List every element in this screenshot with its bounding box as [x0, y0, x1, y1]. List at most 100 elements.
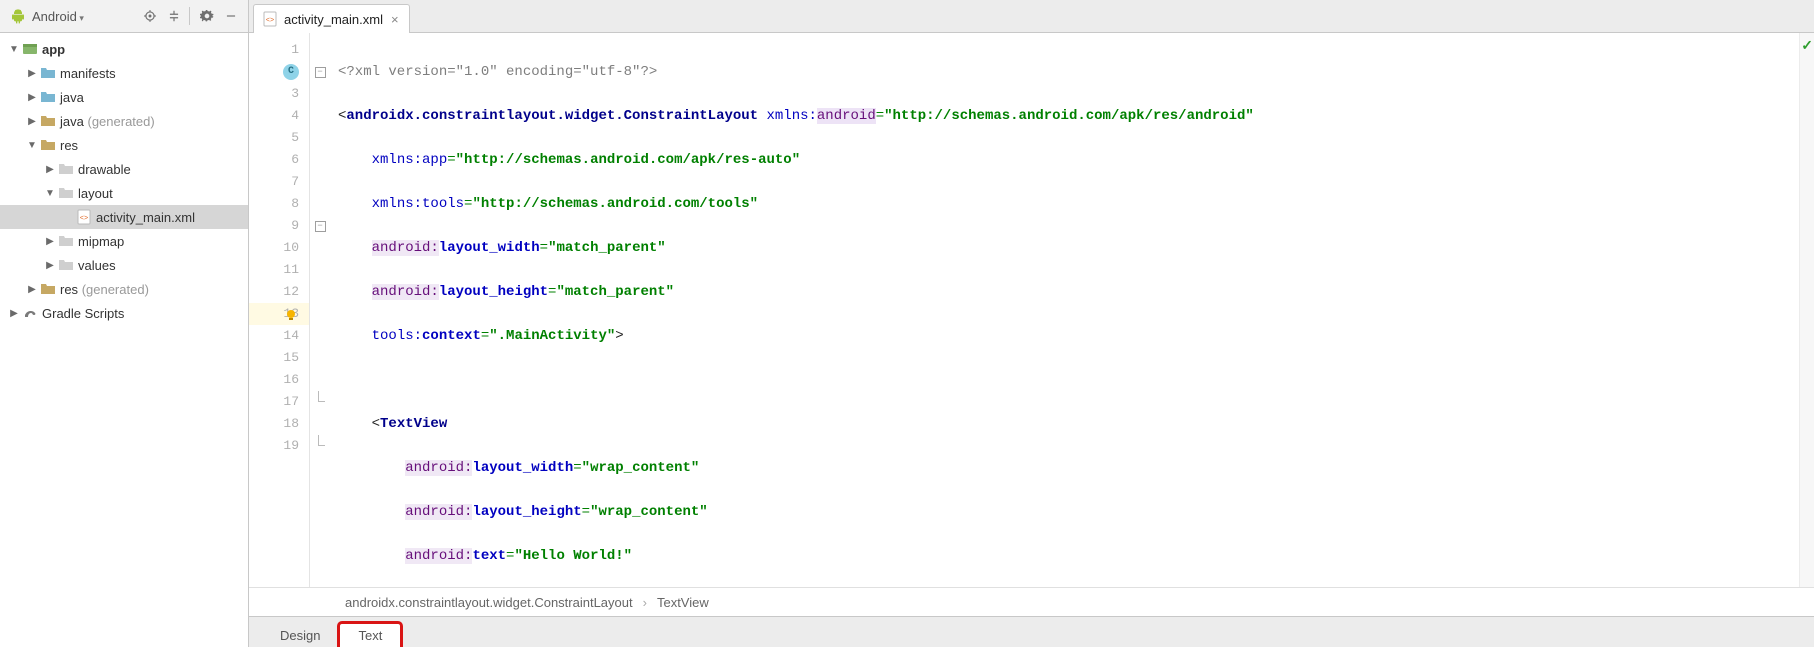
- change-marker-icon[interactable]: C: [283, 64, 299, 80]
- code-editor[interactable]: 1 2C 3 4 5 6 7 8 9 10 11 12 13 14 15 16 …: [249, 33, 1814, 587]
- tag-name: androidx.constraintlayout.widget.Constra…: [346, 108, 758, 124]
- spacer: [62, 211, 74, 223]
- editor-tabbar: <> activity_main.xml ×: [249, 0, 1814, 33]
- intention-bulb-icon[interactable]: [285, 307, 297, 319]
- svg-text:<>: <>: [266, 17, 274, 25]
- line-number: 16: [249, 369, 309, 391]
- tree-node-manifests[interactable]: ▶ manifests: [0, 61, 248, 85]
- tree-label: Gradle Scripts: [42, 306, 124, 321]
- tree-node-activity-main[interactable]: <> activity_main.xml: [0, 205, 248, 229]
- close-tab-icon[interactable]: ×: [391, 12, 399, 27]
- tree-label: drawable: [78, 162, 131, 177]
- minimize-icon[interactable]: [220, 5, 242, 27]
- folder-icon: [40, 65, 56, 81]
- target-icon[interactable]: [139, 5, 161, 27]
- line-number: 12: [249, 281, 309, 303]
- tree-label: activity_main.xml: [96, 210, 195, 225]
- line-number: 8: [249, 193, 309, 215]
- line-number: 4: [249, 105, 309, 127]
- folder-icon: [58, 185, 74, 201]
- tree-label: manifests: [60, 66, 116, 81]
- gear-icon[interactable]: [196, 5, 218, 27]
- separator: [189, 7, 190, 25]
- breadcrumb-item[interactable]: androidx.constraintlayout.widget.Constra…: [345, 595, 633, 610]
- tab-design[interactable]: Design: [261, 623, 339, 647]
- folder-icon: [40, 89, 56, 105]
- xml-file-icon: <>: [262, 11, 278, 27]
- file-tab-activity-main[interactable]: <> activity_main.xml ×: [253, 4, 410, 33]
- tree-node-java-generated[interactable]: ▶ java (generated): [0, 109, 248, 133]
- sidebar-toolbar: Android: [0, 0, 248, 33]
- disclosure-icon[interactable]: ▶: [44, 163, 56, 175]
- line-number: 5: [249, 127, 309, 149]
- tree-label: mipmap: [78, 234, 124, 249]
- tree-node-app[interactable]: ▼ app: [0, 37, 248, 61]
- breadcrumb[interactable]: androidx.constraintlayout.widget.Constra…: [249, 587, 1814, 616]
- fold-end: [310, 391, 330, 413]
- disclosure-icon[interactable]: ▶: [44, 235, 56, 247]
- tree-node-res[interactable]: ▼ res: [0, 133, 248, 157]
- project-sidebar: Android ▼ app ▶ manifests ▶: [0, 0, 249, 647]
- fold-toggle[interactable]: −: [310, 61, 330, 83]
- inspection-ok-icon: ✓: [1801, 37, 1813, 54]
- line-number: 17: [249, 391, 309, 413]
- editor-panel: <> activity_main.xml × 1 2C 3 4 5 6 7 8 …: [249, 0, 1814, 647]
- disclosure-icon[interactable]: ▼: [44, 187, 56, 199]
- line-number: 18: [249, 413, 309, 435]
- line-number: 14: [249, 325, 309, 347]
- tree-label: java (generated): [60, 114, 155, 129]
- fold-end: [310, 435, 330, 457]
- breadcrumb-item[interactable]: TextView: [657, 595, 709, 610]
- folder-icon: [58, 257, 74, 273]
- fold-toggle[interactable]: −: [310, 215, 330, 237]
- line-number: 7: [249, 171, 309, 193]
- tree-node-res-generated[interactable]: ▶ res (generated): [0, 277, 248, 301]
- module-icon: [22, 41, 38, 57]
- folder-icon: [58, 233, 74, 249]
- line-number: 19: [249, 435, 309, 457]
- tag-name: TextView: [380, 416, 447, 432]
- tree-label: java: [60, 90, 84, 105]
- tree-node-values[interactable]: ▶ values: [0, 253, 248, 277]
- disclosure-icon[interactable]: ▶: [26, 91, 38, 103]
- tree-node-gradle-scripts[interactable]: ▶ Gradle Scripts: [0, 301, 248, 325]
- tree-label: layout: [78, 186, 113, 201]
- disclosure-icon[interactable]: ▶: [26, 115, 38, 127]
- file-tab-label: activity_main.xml: [284, 12, 383, 27]
- gradle-icon: [22, 305, 38, 321]
- tree-label: values: [78, 258, 116, 273]
- tree-label: res: [60, 138, 78, 153]
- tree-node-java[interactable]: ▶ java: [0, 85, 248, 109]
- disclosure-icon[interactable]: ▼: [26, 139, 38, 151]
- tree-label: app: [42, 42, 65, 57]
- breadcrumb-separator: ›: [643, 595, 647, 610]
- project-tree[interactable]: ▼ app ▶ manifests ▶ java ▶ java (generat…: [0, 33, 248, 647]
- tab-text[interactable]: Text: [339, 623, 401, 647]
- disclosure-icon[interactable]: ▶: [8, 307, 20, 319]
- svg-text:<>: <>: [80, 215, 88, 223]
- line-number: 3: [249, 83, 309, 105]
- code-area[interactable]: <?xml version="1.0" encoding="utf-8"?> <…: [330, 33, 1799, 587]
- tree-node-drawable[interactable]: ▶ drawable: [0, 157, 248, 181]
- line-number: 11: [249, 259, 309, 281]
- disclosure-icon[interactable]: ▶: [44, 259, 56, 271]
- collapse-icon[interactable]: [163, 5, 185, 27]
- inspection-strip[interactable]: ✓: [1799, 33, 1814, 587]
- disclosure-icon[interactable]: ▶: [26, 283, 38, 295]
- disclosure-icon[interactable]: ▶: [26, 67, 38, 79]
- tree-node-mipmap[interactable]: ▶ mipmap: [0, 229, 248, 253]
- xml-file-icon: <>: [76, 209, 92, 225]
- android-icon: [10, 8, 26, 24]
- sidebar-view-selector[interactable]: Android: [32, 9, 137, 24]
- disclosure-icon[interactable]: ▼: [8, 43, 20, 55]
- folder-icon: [58, 161, 74, 177]
- line-number-gutter: 1 2C 3 4 5 6 7 8 9 10 11 12 13 14 15 16 …: [249, 33, 310, 587]
- line-number: 10: [249, 237, 309, 259]
- fold-gutter: − −: [310, 33, 330, 587]
- line-number: 6: [249, 149, 309, 171]
- tree-node-layout[interactable]: ▼ layout: [0, 181, 248, 205]
- folder-generated-icon: [40, 281, 56, 297]
- line-number: 9: [249, 215, 309, 237]
- line-number: 13: [249, 303, 309, 325]
- folder-generated-icon: [40, 113, 56, 129]
